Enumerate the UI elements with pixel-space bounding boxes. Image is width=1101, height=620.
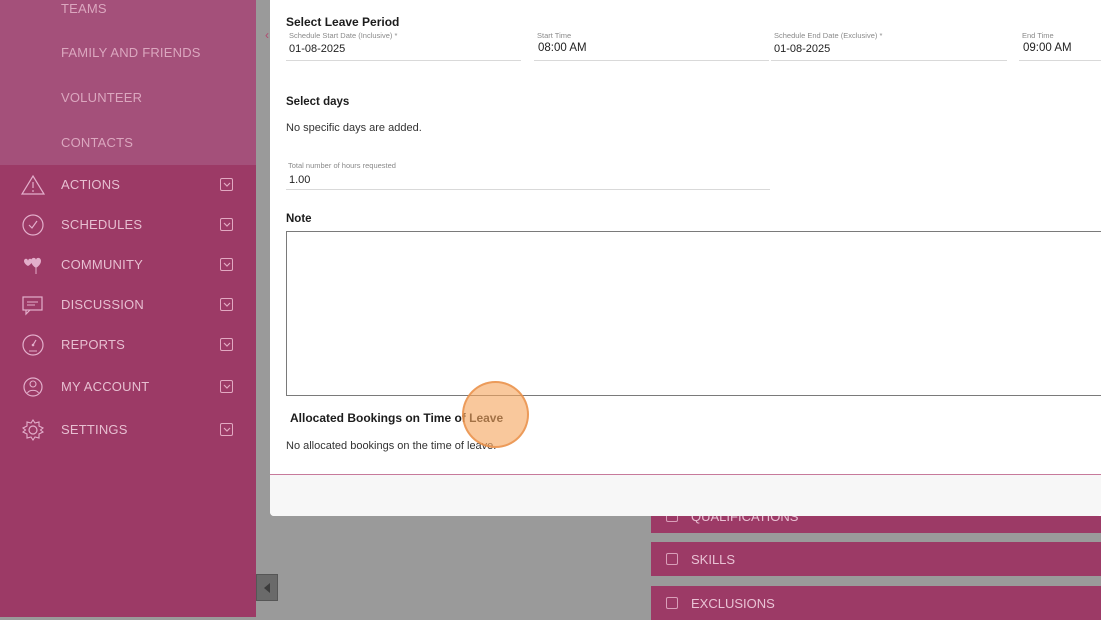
- sidebar-subitem-volunteer[interactable]: VOLUNTEER: [61, 90, 142, 105]
- hours-field[interactable]: 1.00: [289, 174, 310, 186]
- end-time-field[interactable]: 09:00 AM: [1023, 42, 1072, 54]
- modal-footer: [270, 475, 1101, 516]
- section-label: EXCLUSIONS: [691, 596, 775, 611]
- sidebar-item-label: COMMUNITY: [61, 257, 143, 272]
- sidebar-item-label: REPORTS: [61, 337, 126, 352]
- warning-icon: [20, 173, 46, 197]
- note-textarea[interactable]: [286, 231, 1101, 396]
- sidebar-item-label: SETTINGS: [61, 422, 128, 437]
- sidebar-item-discussion[interactable]: DISCUSSION: [0, 285, 256, 325]
- end-time-label: End Time: [1022, 31, 1054, 40]
- select-days-title: Select days: [286, 96, 350, 108]
- chevron-left-icon: ‹: [265, 28, 269, 42]
- sidebar-subitem-family-and-friends[interactable]: FAMILY AND FRIENDS: [61, 45, 201, 60]
- start-time-label: Start Time: [537, 31, 572, 40]
- end-date-field[interactable]: 01-08-2025: [774, 43, 830, 55]
- chevron-down-icon[interactable]: [220, 298, 233, 311]
- sidebar-subitem-teams[interactable]: TEAMS: [61, 1, 107, 16]
- sidebar-submenu: TEAMS FAMILY AND FRIENDS VOLUNTEER CONTA…: [0, 0, 256, 165]
- start-time-underline: [534, 60, 769, 61]
- section-exclusions[interactable]: EXCLUSIONS: [651, 586, 1101, 620]
- sidebar-item-reports[interactable]: REPORTS: [0, 325, 256, 365]
- no-days-text: No specific days are added.: [286, 122, 422, 134]
- start-date-underline: [286, 60, 521, 61]
- end-date-underline: [771, 60, 1007, 61]
- end-time-underline: [1019, 60, 1101, 61]
- chevron-down-icon[interactable]: [220, 380, 233, 393]
- sidebar-item-label: ACTIONS: [61, 177, 121, 192]
- checkbox-icon[interactable]: [666, 553, 678, 565]
- community-hearts-icon: [20, 253, 46, 277]
- sidebar-collapse-button[interactable]: [256, 574, 278, 601]
- sidebar-subitem-contacts[interactable]: CONTACTS: [61, 135, 133, 150]
- gear-icon: [20, 418, 46, 442]
- sidebar-item-schedules[interactable]: SCHEDULES: [0, 205, 256, 245]
- chevron-down-icon[interactable]: [220, 258, 233, 271]
- end-date-label: Schedule End Date (Exclusive) *: [774, 31, 883, 40]
- section-skills[interactable]: SKILLS: [651, 542, 1101, 576]
- click-highlight-indicator: [462, 381, 529, 448]
- checkbox-icon[interactable]: [666, 597, 678, 609]
- sidebar-item-label: DISCUSSION: [61, 297, 144, 312]
- bookings-text: No allocated bookings on the time of lea…: [286, 440, 497, 452]
- leave-period-title: Select Leave Period: [286, 15, 400, 29]
- hours-label: Total number of hours requested: [288, 161, 396, 170]
- chevron-down-icon[interactable]: [220, 338, 233, 351]
- sidebar: TEAMS FAMILY AND FRIENDS VOLUNTEER CONTA…: [0, 0, 256, 617]
- sidebar-item-label: SCHEDULES: [61, 217, 143, 232]
- start-date-label: Schedule Start Date (Inclusive) *: [289, 31, 398, 40]
- dashboard-gauge-icon: [20, 333, 46, 357]
- chevron-down-icon[interactable]: [220, 218, 233, 231]
- section-label: SKILLS: [691, 552, 736, 567]
- sidebar-item-actions[interactable]: ACTIONS: [0, 165, 256, 205]
- hours-underline: [286, 189, 770, 190]
- note-title: Note: [286, 213, 312, 225]
- sidebar-item-settings[interactable]: SETTINGS: [0, 410, 256, 450]
- chevron-down-icon[interactable]: [220, 178, 233, 191]
- start-date-field[interactable]: 01-08-2025: [289, 43, 345, 55]
- clock-icon: [20, 213, 46, 237]
- chevron-left-icon: [264, 583, 270, 593]
- user-icon: [20, 375, 46, 399]
- sidebar-item-my-account[interactable]: MY ACCOUNT: [0, 367, 256, 407]
- start-time-field[interactable]: 08:00 AM: [538, 42, 587, 54]
- sidebar-item-community[interactable]: COMMUNITY: [0, 245, 256, 285]
- sidebar-item-label: MY ACCOUNT: [61, 379, 150, 394]
- chat-icon: [20, 293, 46, 317]
- chevron-down-icon[interactable]: [220, 423, 233, 436]
